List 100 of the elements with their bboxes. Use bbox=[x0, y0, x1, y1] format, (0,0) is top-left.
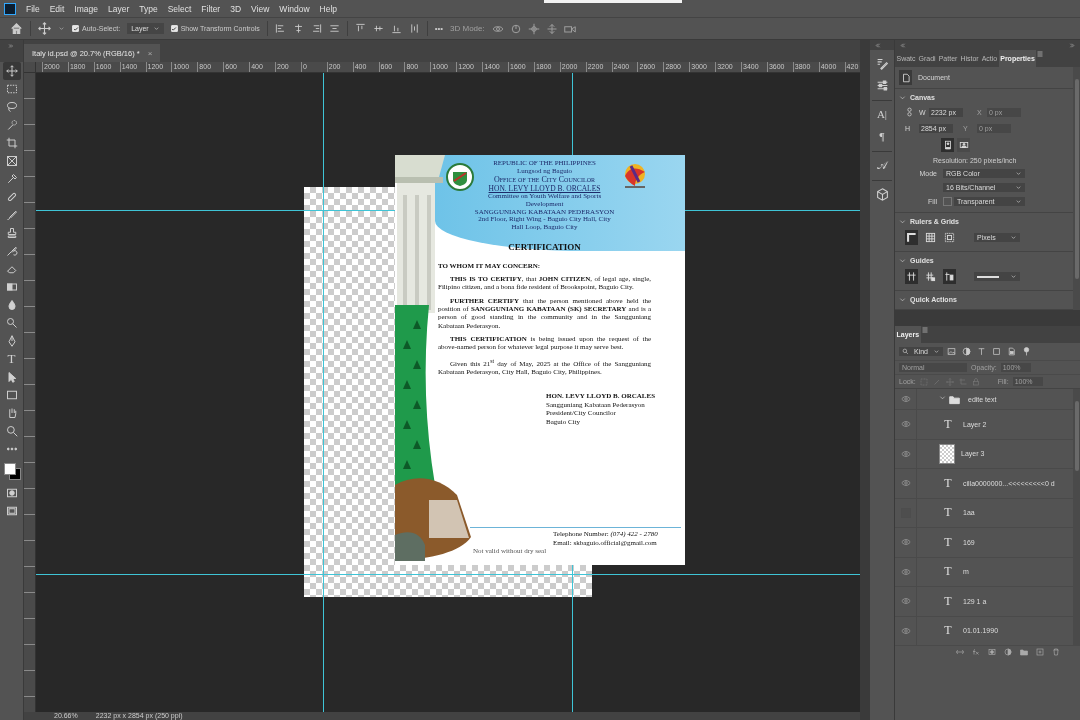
align-left-icon[interactable] bbox=[274, 23, 286, 34]
orientation-button[interactable] bbox=[941, 138, 954, 152]
distribute-icon[interactable] bbox=[328, 23, 340, 34]
adjustment-layer-icon[interactable] bbox=[1003, 648, 1012, 656]
brush-icon bbox=[5, 209, 18, 221]
chevron-down-icon[interactable] bbox=[899, 296, 906, 303]
menu-item[interactable]: File bbox=[21, 3, 45, 14]
trash-icon[interactable] bbox=[1051, 648, 1060, 656]
roll-icon bbox=[509, 22, 522, 35]
expand-icon[interactable] bbox=[8, 43, 14, 49]
drag-icon bbox=[527, 22, 540, 35]
panel-button[interactable]: A| bbox=[872, 105, 892, 123]
mask-icon[interactable] bbox=[987, 648, 996, 656]
sliders-icon bbox=[875, 78, 889, 92]
menu-item[interactable]: Image bbox=[69, 3, 103, 14]
more-options-button[interactable]: ••• bbox=[434, 24, 444, 33]
canvas-guides-icon bbox=[906, 271, 917, 282]
artboard-guides-icon bbox=[925, 271, 936, 282]
filter-toggle-icon[interactable] bbox=[1022, 347, 1031, 356]
align-bottom-icon[interactable] bbox=[390, 23, 402, 34]
blur-icon bbox=[5, 299, 18, 311]
align-right-icon[interactable] bbox=[310, 23, 322, 34]
document-icon bbox=[900, 72, 911, 83]
text-layer-icon: T bbox=[941, 416, 955, 432]
chevron-down-icon[interactable] bbox=[939, 393, 946, 401]
menu-item[interactable]: View bbox=[246, 3, 275, 14]
stamp-icon bbox=[5, 227, 18, 239]
distribute-vertical-icon[interactable] bbox=[408, 23, 420, 34]
smart-guides-icon bbox=[944, 271, 955, 282]
smart-object-filter-icon[interactable] bbox=[1007, 347, 1016, 356]
move-icon bbox=[5, 65, 18, 77]
scrollbar[interactable] bbox=[1073, 67, 1080, 310]
panel-button[interactable]: ¶ bbox=[872, 127, 892, 145]
link-layers-icon[interactable] bbox=[955, 648, 964, 656]
home-icon[interactable] bbox=[10, 22, 23, 35]
eye-icon bbox=[900, 537, 911, 548]
new-layer-icon[interactable] bbox=[1035, 648, 1044, 656]
menu-item[interactable]: Select bbox=[162, 3, 197, 14]
quick-selection-icon bbox=[5, 119, 18, 131]
image-filter-icon[interactable] bbox=[947, 347, 956, 356]
guides-grid-icon bbox=[944, 232, 955, 243]
expand-icon[interactable] bbox=[1069, 41, 1076, 49]
color-swatches[interactable] bbox=[2, 462, 21, 480]
line-style-icon bbox=[977, 275, 999, 278]
fx-icon[interactable] bbox=[971, 648, 980, 656]
caret-icon bbox=[58, 25, 65, 32]
menu-item[interactable]: Type bbox=[134, 3, 163, 14]
check-icon bbox=[72, 25, 79, 32]
letterhead-text: Office of the City Councilor bbox=[492, 175, 597, 185]
type-tool[interactable]: T bbox=[2, 350, 21, 368]
shape-filter-icon[interactable] bbox=[992, 347, 1001, 356]
menu-item[interactable]: 3D bbox=[225, 3, 247, 14]
toggle-button[interactable] bbox=[943, 269, 956, 284]
toggle-button[interactable] bbox=[924, 269, 937, 284]
menu-item[interactable]: Help bbox=[314, 3, 343, 14]
zoom-icon bbox=[5, 425, 18, 437]
text-layer-icon: T bbox=[941, 564, 955, 580]
line-style-dropdown[interactable] bbox=[974, 272, 1020, 281]
move-tool[interactable] bbox=[2, 62, 21, 80]
menu-item[interactable]: Layer bbox=[103, 3, 135, 14]
link-icon[interactable] bbox=[905, 106, 914, 118]
panel-menu-icon[interactable] bbox=[1036, 50, 1045, 58]
menu-item[interactable]: Edit bbox=[44, 3, 70, 14]
chevron-down-icon[interactable] bbox=[899, 94, 906, 101]
panel-menu-icon[interactable] bbox=[920, 326, 929, 334]
cube-icon bbox=[875, 187, 889, 201]
layer-thumbnail bbox=[939, 443, 955, 464]
portrait-icon bbox=[942, 140, 953, 150]
align-center-icon[interactable] bbox=[292, 23, 304, 34]
move-icon[interactable] bbox=[38, 22, 51, 35]
fill-swatch[interactable] bbox=[943, 197, 952, 206]
quick-mask-icon bbox=[5, 487, 18, 499]
panel-button[interactable]: 𝒜 bbox=[872, 156, 892, 174]
caret-icon bbox=[933, 348, 940, 355]
orientation-button[interactable] bbox=[957, 138, 970, 152]
menu-item[interactable]: Filter bbox=[196, 3, 226, 14]
lasso-icon bbox=[5, 101, 18, 113]
align-middle-icon[interactable] bbox=[372, 23, 384, 34]
collapse-icon[interactable] bbox=[874, 41, 881, 49]
chevron-down-icon[interactable] bbox=[899, 257, 906, 264]
scrollbar[interactable] bbox=[1073, 389, 1080, 646]
healing-brush-icon bbox=[5, 191, 18, 203]
toggle-button[interactable] bbox=[943, 230, 956, 245]
type-filter-icon[interactable] bbox=[977, 347, 986, 356]
align-top-icon[interactable] bbox=[354, 23, 366, 34]
chevron-down-icon[interactable] bbox=[899, 218, 906, 225]
toggle-button[interactable] bbox=[924, 230, 937, 245]
eye-icon bbox=[900, 419, 911, 430]
collapse-icon[interactable] bbox=[899, 41, 906, 49]
eye-icon bbox=[900, 566, 911, 577]
toggle-button[interactable] bbox=[905, 230, 918, 245]
history-brush-icon bbox=[5, 245, 18, 257]
folder-icon[interactable] bbox=[1019, 648, 1028, 656]
close-tab-button[interactable]: × bbox=[147, 48, 153, 58]
rectangle-icon bbox=[5, 389, 18, 401]
adjustment-filter-icon[interactable] bbox=[962, 347, 971, 356]
toggle-button[interactable] bbox=[905, 269, 918, 284]
eye-icon bbox=[900, 448, 911, 459]
menu-item[interactable]: Window bbox=[274, 3, 315, 14]
text-layer-icon: T bbox=[941, 475, 955, 491]
